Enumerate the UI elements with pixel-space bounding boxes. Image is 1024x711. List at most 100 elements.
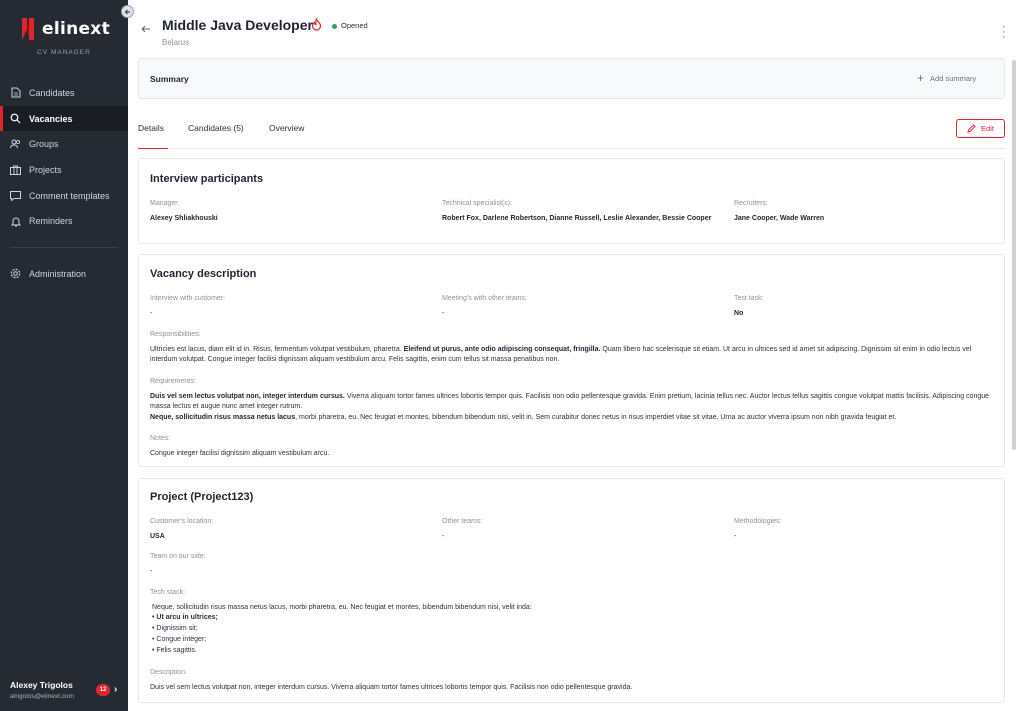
users-icon [10, 139, 21, 150]
field-value: No [734, 310, 744, 317]
list-item: Ut arcu in ultrices; [152, 612, 217, 623]
chevron-right-icon[interactable]: › [114, 684, 117, 695]
tabs: Details Candidates (5) Overview Edit [138, 115, 1005, 149]
sidebar-item-label: Projects [29, 164, 62, 175]
collapse-sidebar-button[interactable] [121, 5, 134, 18]
sidebar-item-label: Administration [29, 268, 87, 279]
test-task-field: Test task: No [734, 295, 1014, 319]
tab-details[interactable]: Details [138, 123, 168, 149]
bell-icon [10, 216, 21, 227]
description-section: Description: Duis vel sem lectus volutpa… [150, 668, 995, 693]
field-label: Manager: [150, 200, 180, 207]
logo-mark-icon [21, 18, 34, 40]
sidebar-item-projects[interactable]: Projects [0, 157, 128, 183]
tab-overview[interactable]: Overview [269, 123, 304, 149]
vacancy-location: Belarus [162, 38, 190, 47]
page-title: Middle Java Developer [162, 17, 313, 33]
sidebar-item-comment-templates[interactable]: Comment templates [0, 183, 128, 209]
interview-with-customer-field: Interview with customer: - [150, 295, 430, 319]
notes-text: Congue integer facilisi dignissim aliqua… [150, 449, 330, 457]
field-label: Technical specialist(s): [442, 200, 513, 207]
sidebar-item-vacancies[interactable]: Vacancies [0, 105, 128, 132]
field-label: Other teams: [442, 518, 483, 525]
gear-icon [10, 268, 21, 279]
sidebar-item-administration[interactable]: Administration [0, 261, 128, 287]
sidebar-divider [10, 247, 118, 249]
add-summary-label: Add summary [930, 73, 977, 83]
field-label: Interview with customer: [150, 295, 226, 302]
tech-stack-section: Tech stack: Neque, sollicitudin risus ma… [150, 588, 995, 613]
field-label: Meeting's with other teams: [442, 295, 527, 302]
more-options-icon[interactable]: · · · [1002, 22, 1006, 43]
text-bold: Eleifend ut purus, ante odio adipiscing … [403, 345, 601, 353]
user-profile[interactable]: Alexey Trigolos atrigolos@elinext.com 12… [10, 680, 122, 700]
section-title: Project (Project123) [150, 491, 254, 503]
list-item: Felis sagittis. [152, 645, 218, 656]
app-subtitle: CV MANAGER [37, 49, 91, 56]
edit-label: Edit [981, 124, 994, 133]
field-label: Requirements: [150, 378, 196, 385]
sidebar-item-candidates[interactable]: Candidates [0, 80, 128, 106]
tech-stack-intro: Neque, sollicitudin risus massa netus la… [152, 603, 532, 611]
notification-badge[interactable]: 12 [96, 684, 110, 696]
arrow-left-icon [124, 9, 130, 14]
tech-stack-list: Ut arcu in ultrices; Dignissim sit; Cong… [152, 612, 218, 656]
responsibilities-section: Responsibilities: Ultricies est lacus, d… [150, 330, 995, 366]
requirements-section: Requirements: Duis vel sem lectus volutp… [150, 377, 995, 423]
field-label: Team on our side: [150, 553, 206, 560]
field-label: Responsibilities: [150, 331, 201, 338]
field-value: Jane Cooper, Wade Warren [734, 215, 825, 222]
sidebar-item-label: Groups [29, 139, 59, 150]
comment-icon [10, 190, 21, 201]
scrollbar-thumb[interactable] [1012, 60, 1016, 450]
summary-title: Summary [150, 74, 189, 84]
sidebar-item-reminders[interactable]: Reminders [0, 208, 128, 234]
requirements-text: Duis vel sem lectus volutpat non, intege… [150, 392, 995, 424]
sidebar-item-label: Comment templates [29, 190, 110, 201]
team-on-our-side-field: Team on our side: - [150, 553, 430, 577]
status-badge: Opened [341, 21, 368, 30]
back-button[interactable] [141, 24, 151, 36]
field-label: Tech stack: [150, 589, 186, 596]
field-value: - [442, 310, 445, 317]
arrow-left-icon [141, 25, 150, 33]
status-dot [332, 24, 337, 29]
list-item: Dignissim sit; [152, 623, 218, 634]
pencil-icon [967, 124, 976, 133]
fire-icon [311, 18, 322, 31]
meetings-with-other-teams-field: Meeting's with other teams: - [442, 295, 722, 319]
technical-specialists-field: Technical specialist(s): Robert Fox, Dar… [442, 200, 722, 224]
field-value: - [442, 533, 445, 540]
logo[interactable]: elinext [20, 14, 110, 44]
section-title: Vacancy description [150, 268, 257, 280]
scrollbar[interactable] [1012, 60, 1016, 710]
field-label: Description: [150, 669, 187, 676]
main-content: Middle Java Developer Opened Belarus · · ·… [128, 0, 1024, 711]
tab-candidates[interactable]: Candidates (5) [188, 123, 244, 149]
customer-location-field: Customer's location: USA [150, 518, 430, 542]
briefcase-icon [10, 164, 21, 175]
methodologies-field: Methodologies: - [734, 518, 1014, 542]
notes-section: Notes: Congue integer facilisi dignissim… [150, 434, 995, 459]
edit-button[interactable]: Edit [956, 119, 1005, 138]
sidebar-item-label: Candidates [29, 87, 75, 98]
summary-panel: Summary + Add summary [138, 58, 1005, 99]
sidebar-item-label: Vacancies [29, 113, 73, 124]
add-summary-button[interactable]: + Add summary [917, 72, 977, 84]
field-value: - [150, 310, 153, 317]
sidebar-item-groups[interactable]: Groups [0, 131, 128, 157]
field-label: Methodologies: [734, 518, 782, 525]
list-item: Congue integer; [152, 634, 218, 645]
page-header: Middle Java Developer Opened Belarus · · · [128, 0, 1024, 55]
field-value: USA [150, 533, 165, 540]
field-value: - [734, 533, 737, 540]
vacancy-description-card: Vacancy description Interview with custo… [138, 254, 1005, 467]
sidebar: elinext CV MANAGER Candidates Vacancies … [0, 0, 128, 711]
sidebar-nav: Candidates Vacancies Groups Projects Com… [0, 80, 128, 287]
field-label: Customer's location: [150, 518, 214, 525]
other-teams-field: Other teams: - [442, 518, 722, 542]
text-span: , morbi pharetra, eu. Nec feugiat et mon… [295, 413, 897, 421]
field-label: Notes: [150, 435, 171, 442]
interview-participants-card: Interview participants Manager: Alexey S… [138, 158, 1005, 244]
field-label: Test task: [734, 295, 764, 302]
